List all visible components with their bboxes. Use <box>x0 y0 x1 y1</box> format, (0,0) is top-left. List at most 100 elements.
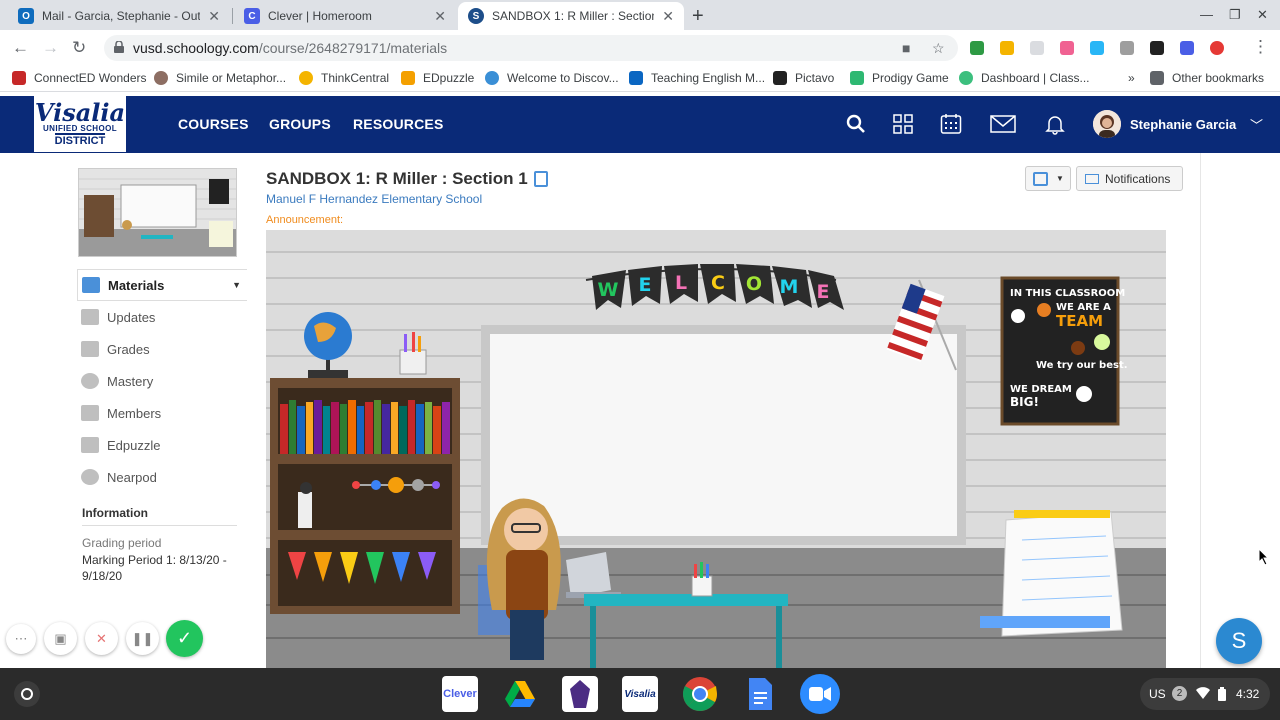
finish-recording-button[interactable]: ✓ <box>166 620 203 657</box>
extension-icon[interactable] <box>970 41 984 55</box>
cancel-recording-button[interactable]: ✕ <box>85 622 118 655</box>
chevron-down-icon[interactable]: ▼ <box>232 280 241 290</box>
announcement-classroom-image[interactable]: W E L C O M E IN THIS CLASSROOM WE ARE A… <box>266 230 1166 668</box>
grading-period-label: Grading period <box>82 536 162 550</box>
svg-text:E: E <box>817 281 830 303</box>
bookmark-item[interactable]: Prodigy Game <box>850 71 949 85</box>
tab-outlook[interactable]: O Mail - Garcia, Stephanie - Outlook ✕ <box>8 2 230 30</box>
chevron-down-icon[interactable]: ﹀ <box>1250 115 1263 134</box>
tab-title: SANDBOX 1: R Miller : Section 1 ( <box>492 9 655 23</box>
address-bar[interactable]: vusd.schoology.com/course/2648279171/mat… <box>104 35 958 61</box>
view-options-button[interactable]: ▼ <box>1025 166 1071 191</box>
launcher-icon <box>21 688 33 700</box>
school-link[interactable]: Manuel F Hernandez Elementary School <box>266 192 482 206</box>
envelope-icon <box>1085 173 1099 184</box>
sidebar-item-label: Members <box>107 405 162 421</box>
notifications-button[interactable]: Notifications <box>1076 166 1183 191</box>
url-text: vusd.schoology.com/course/2648279171/mat… <box>133 40 448 56</box>
sidebar-item-updates[interactable]: Updates <box>77 301 247 333</box>
folder-icon <box>1150 71 1164 85</box>
bookmark-item[interactable]: Dashboard | Class... <box>959 71 1090 85</box>
clock-time: 4:32 <box>1236 687 1260 701</box>
new-tab-button[interactable]: + <box>692 5 704 28</box>
obsidian-app-icon[interactable] <box>562 676 598 712</box>
grading-period-value: Marking Period 1: 8/13/20 - 9/18/20 <box>82 553 227 583</box>
tab-schoology[interactable]: S SANDBOX 1: R Miller : Section 1 ( ✕ <box>458 2 684 30</box>
nav-resources[interactable]: RESOURCES <box>353 116 443 132</box>
google-docs-app-icon[interactable] <box>742 676 778 712</box>
other-bookmarks-folder[interactable]: Other bookmarks <box>1150 71 1264 85</box>
restore-button[interactable]: ❐ <box>1229 7 1241 23</box>
sidebar-item-materials[interactable]: Materials ▼ <box>77 269 247 301</box>
sidebar-item-label: Materials <box>108 277 165 293</box>
pause-recording-button[interactable]: ❚❚ <box>126 622 159 655</box>
google-drive-app-icon[interactable] <box>502 676 538 712</box>
clever-app-icon[interactable]: Clever <box>442 676 478 712</box>
chevron-down-icon: ▼ <box>1056 174 1064 183</box>
notifications-bell-icon[interactable] <box>1043 112 1067 136</box>
sidebar-item-nearpod[interactable]: Nearpod <box>77 461 247 493</box>
nav-groups[interactable]: GROUPS <box>269 116 331 132</box>
close-icon[interactable]: ✕ <box>434 8 446 25</box>
sidebar-item-mastery[interactable]: Mastery <box>77 365 247 397</box>
browser-menu-icon[interactable]: ⋮ <box>1252 37 1269 57</box>
more-options-button[interactable]: ⋯ <box>6 624 36 654</box>
minimize-button[interactable]: — <box>1200 7 1213 22</box>
bookmark-icon <box>154 71 168 85</box>
reload-button[interactable]: ↻ <box>72 38 86 58</box>
battery-icon <box>1218 687 1226 701</box>
extension-icon[interactable] <box>1000 41 1014 55</box>
apps-grid-icon[interactable] <box>891 112 915 136</box>
user-name[interactable]: Stephanie Garcia <box>1130 117 1236 132</box>
bookmark-item[interactable]: ThinkCentral <box>299 71 389 85</box>
sidebar-item-grades[interactable]: Grades <box>77 333 247 365</box>
nav-courses[interactable]: COURSES <box>178 116 249 132</box>
close-icon[interactable]: ✕ <box>208 8 220 25</box>
clever-extension-icon[interactable] <box>1180 41 1194 55</box>
launcher-button[interactable] <box>14 681 40 707</box>
bookmark-item[interactable]: EDpuzzle <box>401 71 474 85</box>
tab-clever[interactable]: C Clever | Homeroom ✕ <box>234 2 456 30</box>
bookmark-icon <box>773 71 787 85</box>
bookmark-item[interactable]: Simile or Metaphor... <box>154 71 286 85</box>
extension-icon[interactable] <box>1150 41 1164 55</box>
svg-text:WE DREAM: WE DREAM <box>1010 384 1072 395</box>
notebook-icon <box>1033 172 1048 186</box>
webcam-toggle-button[interactable]: ▣ <box>44 622 77 655</box>
extension-icon[interactable] <box>1120 41 1134 55</box>
forward-button[interactable]: → <box>42 38 59 58</box>
mastery-icon <box>81 373 99 389</box>
bookmark-item[interactable]: Teaching English M... <box>629 71 765 85</box>
sidebar-item-edpuzzle[interactable]: Edpuzzle <box>77 429 247 461</box>
avatar[interactable] <box>1093 110 1121 138</box>
bookmark-item[interactable]: ConnectED Wonders <box>12 71 147 85</box>
extension-icon[interactable] <box>1210 41 1224 55</box>
extension-icon[interactable] <box>1090 41 1104 55</box>
chrome-app-icon[interactable] <box>682 676 718 712</box>
course-nav: Materials ▼ Updates Grades Mastery Member… <box>77 269 247 493</box>
close-window-button[interactable]: ✕ <box>1257 7 1268 23</box>
sidebar-item-members[interactable]: Members <box>77 397 247 429</box>
district-logo[interactable]: Visalia UNIFIED SCHOOL DISTRICT <box>34 96 126 152</box>
bookmark-icon <box>959 71 973 85</box>
calendar-icon[interactable] <box>939 112 963 136</box>
search-icon[interactable] <box>844 112 868 136</box>
svg-text:We try our best.: We try our best. <box>1036 360 1128 371</box>
bookmark-star-icon[interactable]: ☆ <box>932 40 945 57</box>
chat-bubble-button[interactable]: S <box>1216 618 1262 664</box>
visalia-app-icon[interactable]: Visalia <box>622 676 658 712</box>
bookmark-item[interactable]: Welcome to Discov... <box>485 71 619 85</box>
system-tray[interactable]: US 2 4:32 <box>1140 678 1270 710</box>
zoom-app-icon[interactable] <box>800 674 840 714</box>
close-icon[interactable]: ✕ <box>662 8 674 25</box>
extension-icon[interactable] <box>1030 41 1044 55</box>
bookmark-item[interactable]: Pictavo <box>773 71 834 85</box>
camera-icon[interactable]: ■ <box>902 40 910 56</box>
browser-toolbar: ← → ↻ vusd.schoology.com/course/26482791… <box>0 30 1280 65</box>
back-button[interactable]: ← <box>12 38 29 58</box>
extension-icon[interactable] <box>1060 41 1074 55</box>
messages-icon[interactable] <box>990 112 1016 136</box>
nearpod-icon <box>81 469 99 485</box>
bookmarks-bar: ConnectED Wonders Simile or Metaphor... … <box>0 65 1280 92</box>
bookmarks-overflow-button[interactable]: » <box>1128 71 1135 85</box>
